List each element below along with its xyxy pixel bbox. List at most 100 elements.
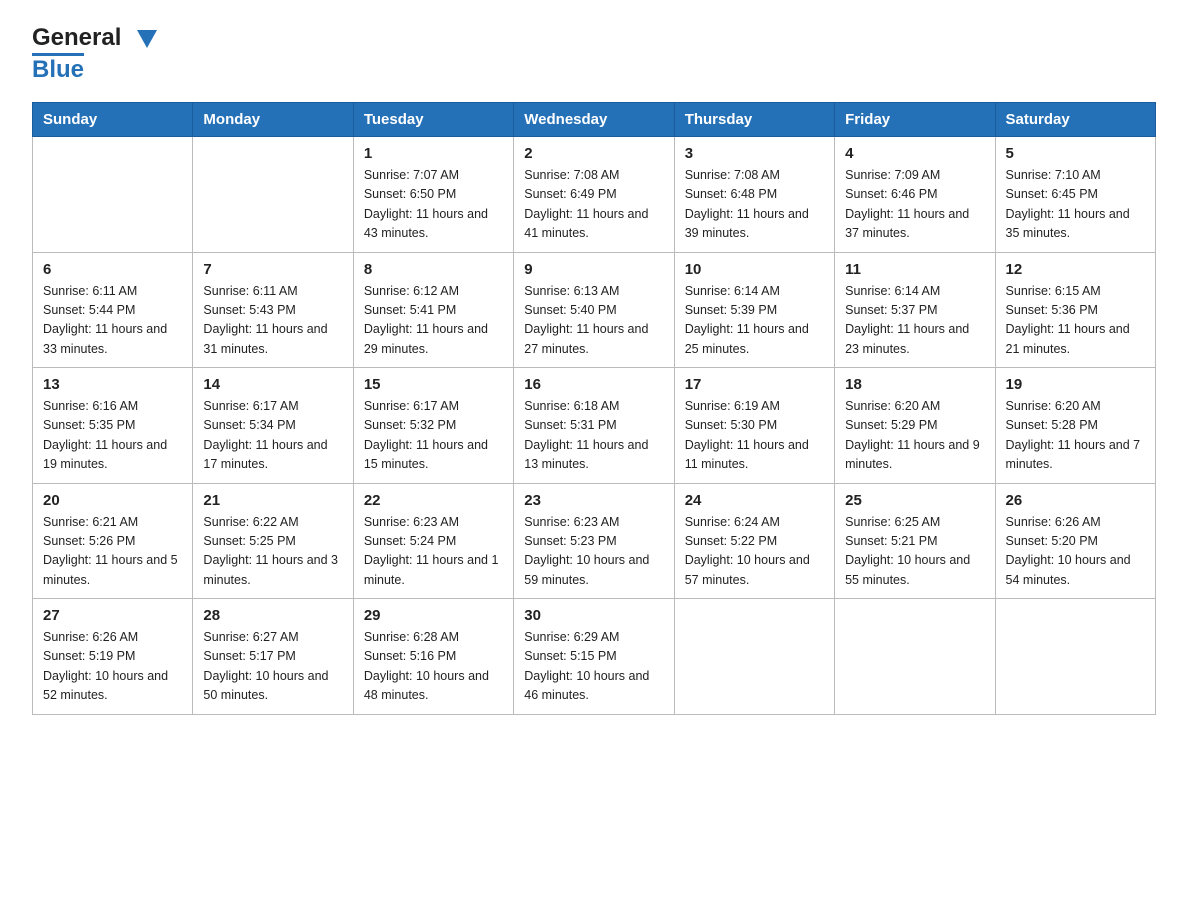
day-number: 25 bbox=[845, 492, 984, 509]
day-number: 15 bbox=[364, 376, 503, 393]
calendar-week-2: 6 Sunrise: 6:11 AM Sunset: 5:44 PM Daylig… bbox=[33, 252, 1156, 368]
day-number: 23 bbox=[524, 492, 663, 509]
calendar-cell: 10 Sunrise: 6:14 AM Sunset: 5:39 PM Dayli… bbox=[674, 252, 834, 368]
day-number: 12 bbox=[1006, 261, 1145, 278]
day-info: Sunrise: 6:28 AM Sunset: 5:16 PM Dayligh… bbox=[364, 628, 503, 706]
calendar-cell bbox=[995, 599, 1155, 715]
calendar-week-3: 13 Sunrise: 6:16 AM Sunset: 5:35 PM Dayli… bbox=[33, 368, 1156, 484]
calendar-cell: 11 Sunrise: 6:14 AM Sunset: 5:37 PM Dayli… bbox=[835, 252, 995, 368]
calendar-body: 1 Sunrise: 7:07 AM Sunset: 6:50 PM Daylig… bbox=[33, 137, 1156, 715]
calendar-cell: 25 Sunrise: 6:25 AM Sunset: 5:21 PM Dayli… bbox=[835, 483, 995, 599]
calendar-cell: 22 Sunrise: 6:23 AM Sunset: 5:24 PM Dayli… bbox=[353, 483, 513, 599]
calendar-cell: 21 Sunrise: 6:22 AM Sunset: 5:25 PM Dayli… bbox=[193, 483, 353, 599]
day-info: Sunrise: 6:16 AM Sunset: 5:35 PM Dayligh… bbox=[43, 397, 182, 475]
day-info: Sunrise: 7:08 AM Sunset: 6:49 PM Dayligh… bbox=[524, 166, 663, 244]
day-number: 13 bbox=[43, 376, 182, 393]
day-info: Sunrise: 6:18 AM Sunset: 5:31 PM Dayligh… bbox=[524, 397, 663, 475]
calendar-cell: 12 Sunrise: 6:15 AM Sunset: 5:36 PM Dayli… bbox=[995, 252, 1155, 368]
logo-blue-text: Blue bbox=[32, 56, 84, 83]
day-info: Sunrise: 6:11 AM Sunset: 5:44 PM Dayligh… bbox=[43, 282, 182, 360]
day-info: Sunrise: 7:10 AM Sunset: 6:45 PM Dayligh… bbox=[1006, 166, 1145, 244]
day-number: 1 bbox=[364, 145, 503, 162]
logo-divider: Blue bbox=[32, 53, 84, 84]
calendar-cell: 26Sunrise: 6:26 AM Sunset: 5:20 PM Dayli… bbox=[995, 483, 1155, 599]
calendar-cell: 24 Sunrise: 6:24 AM Sunset: 5:22 PM Dayli… bbox=[674, 483, 834, 599]
day-number: 29 bbox=[364, 607, 503, 624]
calendar-header: SundayMondayTuesdayWednesdayThursdayFrid… bbox=[33, 103, 1156, 137]
calendar-cell: 9 Sunrise: 6:13 AM Sunset: 5:40 PM Daylig… bbox=[514, 252, 674, 368]
day-number: 8 bbox=[364, 261, 503, 278]
calendar-cell: 8 Sunrise: 6:12 AM Sunset: 5:41 PM Daylig… bbox=[353, 252, 513, 368]
day-number: 9 bbox=[524, 261, 663, 278]
calendar-cell: 1 Sunrise: 7:07 AM Sunset: 6:50 PM Daylig… bbox=[353, 137, 513, 253]
calendar-cell: 23 Sunrise: 6:23 AM Sunset: 5:23 PM Dayli… bbox=[514, 483, 674, 599]
calendar-week-5: 27 Sunrise: 6:26 AM Sunset: 5:19 PM Dayli… bbox=[33, 599, 1156, 715]
day-number: 21 bbox=[203, 492, 342, 509]
day-number: 2 bbox=[524, 145, 663, 162]
calendar-cell: 18Sunrise: 6:20 AM Sunset: 5:29 PM Dayli… bbox=[835, 368, 995, 484]
day-number: 6 bbox=[43, 261, 182, 278]
logo-triangle-icon bbox=[137, 30, 157, 48]
calendar-cell: 4 Sunrise: 7:09 AM Sunset: 6:46 PM Daylig… bbox=[835, 137, 995, 253]
day-info: Sunrise: 6:12 AM Sunset: 5:41 PM Dayligh… bbox=[364, 282, 503, 360]
weekday-header-sunday: Sunday bbox=[33, 103, 193, 137]
weekday-header-monday: Monday bbox=[193, 103, 353, 137]
day-number: 22 bbox=[364, 492, 503, 509]
day-info: Sunrise: 6:14 AM Sunset: 5:39 PM Dayligh… bbox=[685, 282, 824, 360]
day-number: 4 bbox=[845, 145, 984, 162]
day-info: Sunrise: 6:14 AM Sunset: 5:37 PM Dayligh… bbox=[845, 282, 984, 360]
day-number: 26 bbox=[1006, 492, 1145, 509]
day-number: 5 bbox=[1006, 145, 1145, 162]
day-number: 24 bbox=[685, 492, 824, 509]
calendar-cell: 28Sunrise: 6:27 AM Sunset: 5:17 PM Dayli… bbox=[193, 599, 353, 715]
calendar-cell: 2 Sunrise: 7:08 AM Sunset: 6:49 PM Daylig… bbox=[514, 137, 674, 253]
day-info: Sunrise: 6:20 AM Sunset: 5:28 PM Dayligh… bbox=[1006, 397, 1145, 475]
page-header: General Blue bbox=[32, 24, 1156, 84]
calendar-table: SundayMondayTuesdayWednesdayThursdayFrid… bbox=[32, 102, 1156, 715]
day-number: 19 bbox=[1006, 376, 1145, 393]
day-info: Sunrise: 6:21 AM Sunset: 5:26 PM Dayligh… bbox=[43, 513, 182, 591]
day-info: Sunrise: 6:13 AM Sunset: 5:40 PM Dayligh… bbox=[524, 282, 663, 360]
day-info: Sunrise: 6:23 AM Sunset: 5:24 PM Dayligh… bbox=[364, 513, 503, 591]
day-info: Sunrise: 7:07 AM Sunset: 6:50 PM Dayligh… bbox=[364, 166, 503, 244]
calendar-cell: 5 Sunrise: 7:10 AM Sunset: 6:45 PM Daylig… bbox=[995, 137, 1155, 253]
calendar-cell: 16 Sunrise: 6:18 AM Sunset: 5:31 PM Dayli… bbox=[514, 368, 674, 484]
day-info: Sunrise: 7:09 AM Sunset: 6:46 PM Dayligh… bbox=[845, 166, 984, 244]
calendar-cell: 7Sunrise: 6:11 AM Sunset: 5:43 PM Daylig… bbox=[193, 252, 353, 368]
calendar-week-4: 20 Sunrise: 6:21 AM Sunset: 5:26 PM Dayli… bbox=[33, 483, 1156, 599]
weekday-header-thursday: Thursday bbox=[674, 103, 834, 137]
calendar-cell: 17Sunrise: 6:19 AM Sunset: 5:30 PM Dayli… bbox=[674, 368, 834, 484]
logo: General Blue bbox=[32, 24, 157, 84]
day-info: Sunrise: 6:11 AM Sunset: 5:43 PM Dayligh… bbox=[203, 282, 342, 360]
day-info: Sunrise: 6:20 AM Sunset: 5:29 PM Dayligh… bbox=[845, 397, 984, 475]
day-info: Sunrise: 6:22 AM Sunset: 5:25 PM Dayligh… bbox=[203, 513, 342, 591]
day-info: Sunrise: 6:24 AM Sunset: 5:22 PM Dayligh… bbox=[685, 513, 824, 591]
day-number: 30 bbox=[524, 607, 663, 624]
calendar-cell: 6 Sunrise: 6:11 AM Sunset: 5:44 PM Daylig… bbox=[33, 252, 193, 368]
day-number: 28 bbox=[203, 607, 342, 624]
calendar-cell: 30Sunrise: 6:29 AM Sunset: 5:15 PM Dayli… bbox=[514, 599, 674, 715]
day-info: Sunrise: 6:17 AM Sunset: 5:32 PM Dayligh… bbox=[364, 397, 503, 475]
logo-row1: General bbox=[32, 24, 157, 52]
day-number: 14 bbox=[203, 376, 342, 393]
calendar-cell: 20 Sunrise: 6:21 AM Sunset: 5:26 PM Dayli… bbox=[33, 483, 193, 599]
day-info: Sunrise: 6:23 AM Sunset: 5:23 PM Dayligh… bbox=[524, 513, 663, 591]
day-number: 16 bbox=[524, 376, 663, 393]
day-info: Sunrise: 6:25 AM Sunset: 5:21 PM Dayligh… bbox=[845, 513, 984, 591]
calendar-week-1: 1 Sunrise: 7:07 AM Sunset: 6:50 PM Daylig… bbox=[33, 137, 1156, 253]
day-number: 10 bbox=[685, 261, 824, 278]
calendar-cell bbox=[835, 599, 995, 715]
day-info: Sunrise: 6:26 AM Sunset: 5:19 PM Dayligh… bbox=[43, 628, 182, 706]
logo-general-text: General bbox=[32, 24, 121, 52]
calendar-cell: 13 Sunrise: 6:16 AM Sunset: 5:35 PM Dayli… bbox=[33, 368, 193, 484]
day-info: Sunrise: 6:15 AM Sunset: 5:36 PM Dayligh… bbox=[1006, 282, 1145, 360]
weekday-header-saturday: Saturday bbox=[995, 103, 1155, 137]
calendar-cell: 3Sunrise: 7:08 AM Sunset: 6:48 PM Daylig… bbox=[674, 137, 834, 253]
day-number: 27 bbox=[43, 607, 182, 624]
calendar-cell bbox=[193, 137, 353, 253]
day-number: 11 bbox=[845, 261, 984, 278]
calendar-cell: 15 Sunrise: 6:17 AM Sunset: 5:32 PM Dayli… bbox=[353, 368, 513, 484]
day-number: 20 bbox=[43, 492, 182, 509]
calendar-cell bbox=[33, 137, 193, 253]
day-info: Sunrise: 7:08 AM Sunset: 6:48 PM Dayligh… bbox=[685, 166, 824, 244]
